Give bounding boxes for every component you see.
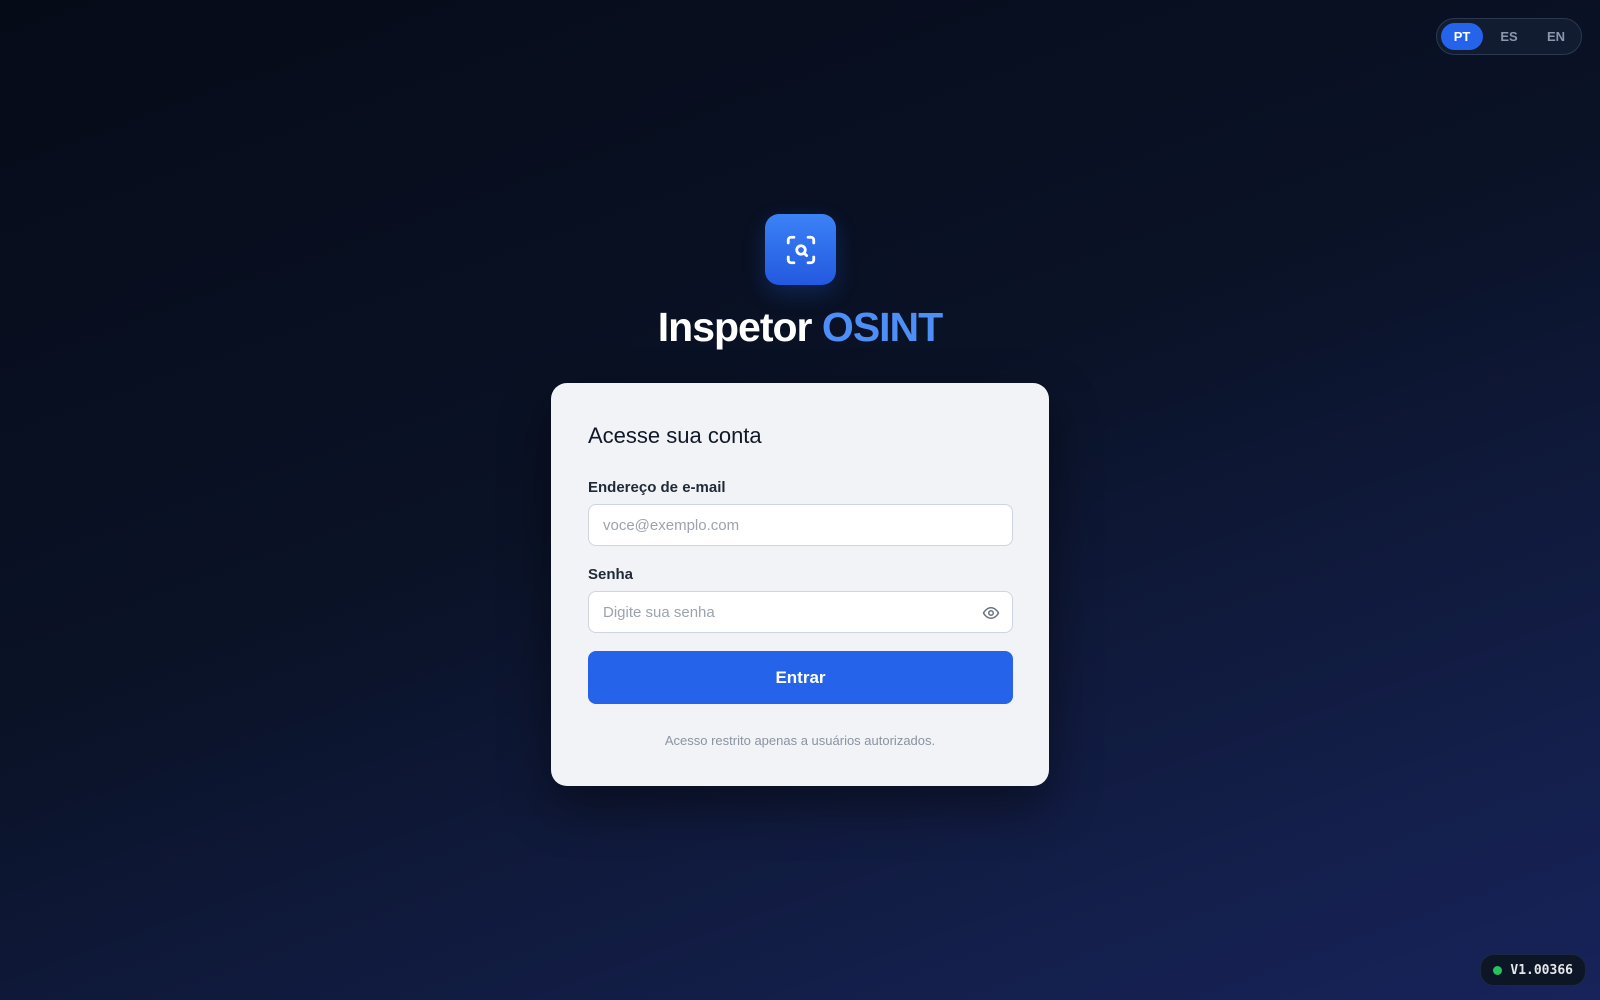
- password-field-wrapper: [588, 591, 1013, 633]
- app-title-accent: OSINT: [821, 304, 943, 350]
- eye-icon: [982, 607, 1000, 619]
- language-option-en[interactable]: EN: [1535, 23, 1577, 50]
- login-heading: Acesse sua conta: [588, 423, 762, 448]
- language-option-es[interactable]: ES: [1488, 23, 1530, 50]
- app-title-main: Inspetor: [657, 304, 813, 350]
- scan-search-icon: [786, 235, 815, 264]
- email-label: Endereço de e-mail: [588, 479, 726, 496]
- app-logo: [765, 214, 836, 285]
- language-switcher: PT ES EN: [1436, 18, 1582, 55]
- password-input[interactable]: [589, 592, 1012, 632]
- language-option-pt[interactable]: PT: [1441, 23, 1483, 50]
- version-text: V1.00366: [1510, 962, 1573, 978]
- email-field-wrapper: [588, 504, 1013, 546]
- password-label: Senha: [588, 566, 634, 583]
- email-input[interactable]: [589, 505, 1012, 545]
- login-card: Acesse sua conta Endereço de e-mail Senh…: [551, 383, 1049, 786]
- restricted-access-note: Acesso restrito apenas a usuários autori…: [664, 733, 936, 748]
- app-title: Inspetor OSINT: [0, 302, 1600, 352]
- version-badge: V1.00366: [1480, 954, 1586, 986]
- show-password-toggle[interactable]: [982, 604, 1000, 622]
- login-button[interactable]: Entrar: [588, 651, 1013, 704]
- status-indicator: [1493, 965, 1503, 975]
